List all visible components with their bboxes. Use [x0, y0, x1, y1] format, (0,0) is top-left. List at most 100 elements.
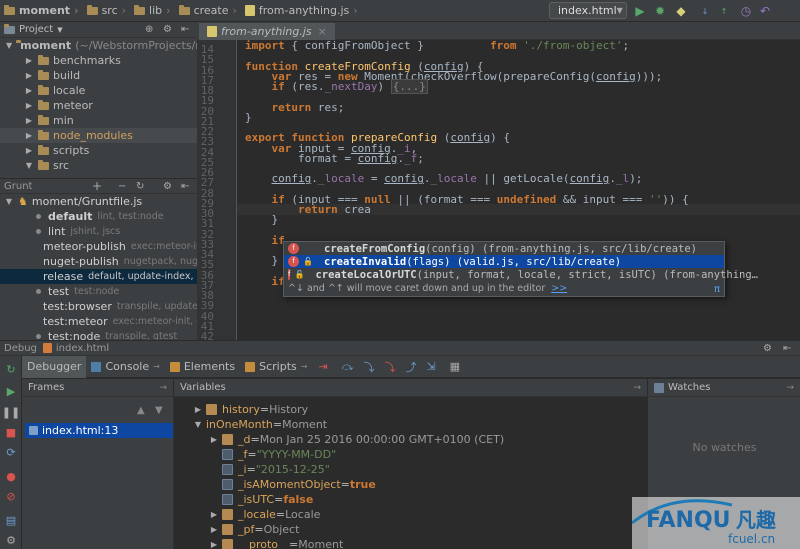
- chevron-down-icon[interactable]: ▼: [192, 420, 204, 429]
- variable-row[interactable]: ▶ __proto__ = Moment: [208, 537, 343, 549]
- breadcrumb-file[interactable]: from-anything.js ›: [241, 0, 362, 22]
- variable-row[interactable]: _f = "YYYY-MM-DD": [208, 447, 336, 462]
- project-tree-item[interactable]: ▶ benchmarks: [0, 53, 197, 68]
- vcs-commit-icon[interactable]: ↑: [716, 3, 732, 19]
- chevron-right-icon[interactable]: ▶: [24, 101, 34, 110]
- view-breakpoints-icon[interactable]: ●: [4, 469, 18, 483]
- refresh-icon[interactable]: ↻: [136, 181, 144, 192]
- variable-row[interactable]: ▶ history = History: [192, 402, 308, 417]
- layout-icon[interactable]: ▤: [4, 513, 18, 527]
- down-arrow-icon[interactable]: ▼: [155, 405, 163, 416]
- show-execution-point-icon[interactable]: ⇥: [318, 360, 327, 373]
- collapse-all-icon[interactable]: −: [118, 181, 126, 192]
- revert-icon[interactable]: ↶: [757, 3, 773, 19]
- reload-icon[interactable]: ⟳: [4, 445, 18, 459]
- history-icon[interactable]: ◷: [738, 3, 754, 19]
- grunt-task[interactable]: test:meteor exec:meteor-init, exe: [0, 314, 197, 329]
- project-tree-item[interactable]: ▶ locale: [0, 83, 197, 98]
- pin-icon[interactable]: →: [633, 383, 641, 393]
- grunt-task[interactable]: nuget-publish nugetpack, nugetpu: [0, 254, 197, 269]
- project-tree-item[interactable]: ▶ node_modules: [0, 128, 197, 143]
- settings-icon[interactable]: ⚙: [4, 533, 18, 547]
- step-over-icon[interactable]: ⤼: [342, 360, 354, 374]
- project-tree-item[interactable]: ▼ src: [0, 158, 197, 173]
- chevron-right-icon[interactable]: ▶: [192, 405, 204, 414]
- debug-icon[interactable]: ✹: [652, 3, 668, 19]
- chevron-right-icon[interactable]: ▶: [208, 540, 220, 549]
- stop-icon[interactable]: ■: [4, 425, 18, 439]
- frame-item-index[interactable]: index.html:13: [25, 423, 173, 438]
- editor-tab-from-anything[interactable]: from-anything.js ×: [199, 23, 335, 40]
- resume-icon[interactable]: ▶: [4, 384, 18, 398]
- grunt-task[interactable]: test test:node: [0, 284, 197, 299]
- chevron-right-icon[interactable]: ▶: [24, 86, 34, 95]
- tab-elements[interactable]: Elements: [165, 356, 240, 378]
- up-arrow-icon[interactable]: ▲: [137, 405, 145, 416]
- project-panel-header[interactable]: Project ▼ ⊕ ⚙ ⇤: [0, 22, 197, 38]
- grunt-task[interactable]: test:browser transpile, update-ind: [0, 299, 197, 314]
- chevron-right-icon[interactable]: ▶: [24, 71, 34, 80]
- project-tree-item[interactable]: ▼ moment(~/WebstormProjects/mom: [0, 38, 197, 53]
- variable-row[interactable]: ▼ inOneMonth = Moment: [192, 417, 327, 432]
- add-icon[interactable]: +: [92, 179, 102, 193]
- variable-row[interactable]: ▶ _pf = Object: [208, 522, 299, 537]
- hide-icon[interactable]: ⇤: [181, 24, 189, 35]
- chevron-down-icon[interactable]: ▼: [6, 41, 12, 50]
- completion-item[interactable]: f 🔓 createLocalOrUTC (input, format, locale…: [284, 268, 758, 281]
- gear-icon[interactable]: ⚙: [763, 343, 772, 354]
- chevron-right-icon[interactable]: ▶: [24, 56, 34, 65]
- grunt-task[interactable]: meteor-publish exec:meteor-init,: [0, 239, 197, 254]
- evaluate-icon[interactable]: ▦: [450, 360, 460, 373]
- completion-hint-link[interactable]: >>: [551, 283, 567, 294]
- hide-icon[interactable]: ⇤: [181, 181, 189, 192]
- variable-row[interactable]: _isAMomentObject = true: [208, 477, 376, 492]
- step-out-icon[interactable]: ⤴: [405, 359, 416, 375]
- breadcrumb-lib[interactable]: lib ›: [130, 0, 175, 22]
- grunt-task[interactable]: lint jshint, jscs: [0, 224, 197, 239]
- vcs-update-icon[interactable]: ↓: [697, 3, 713, 19]
- gear-icon[interactable]: ⚙: [163, 181, 172, 192]
- gruntfile-root[interactable]: ▼ ♞ moment/Gruntfile.js: [0, 194, 197, 209]
- run-configuration-select[interactable]: index.html ▼: [549, 2, 627, 19]
- tab-console[interactable]: Console →: [86, 356, 164, 378]
- mute-breakpoints-icon[interactable]: ⊘: [4, 489, 18, 503]
- breadcrumb-create[interactable]: create ›: [175, 0, 241, 22]
- chevron-right-icon[interactable]: ▶: [208, 435, 220, 444]
- variable-row[interactable]: _isUTC = false: [208, 492, 313, 507]
- completion-item[interactable]: f createFromConfig (config) (from-anything…: [284, 242, 724, 255]
- coverage-icon[interactable]: ◆: [673, 3, 689, 19]
- chevron-right-icon[interactable]: ▶: [208, 510, 220, 519]
- pause-icon[interactable]: ❚❚: [2, 405, 20, 419]
- settings-icon[interactable]: ⊕: [145, 24, 153, 35]
- run-icon[interactable]: ▶: [632, 3, 648, 19]
- project-tree-item[interactable]: ▶ min: [0, 113, 197, 128]
- rerun-icon[interactable]: ↻: [4, 362, 18, 376]
- variable-row[interactable]: ▶ _d = Mon Jan 25 2016 00:00:00 GMT+0100 …: [208, 432, 504, 447]
- breadcrumb-moment[interactable]: moment ›: [0, 0, 83, 22]
- grunt-task[interactable]: test:node transpile, qtest: [0, 329, 197, 340]
- grunt-task[interactable]: release default, update-index, com: [0, 269, 197, 284]
- chevron-right-icon[interactable]: ▶: [208, 525, 220, 534]
- hide-icon[interactable]: ⇤: [783, 343, 791, 354]
- chevron-right-icon[interactable]: ▶: [24, 116, 34, 125]
- chevron-down-icon[interactable]: ▼: [4, 197, 14, 206]
- pin-icon[interactable]: →: [159, 383, 167, 393]
- project-tree-item[interactable]: ▶ build: [0, 68, 197, 83]
- pin-icon[interactable]: →: [786, 383, 794, 393]
- project-tree-item[interactable]: ▶ scripts: [0, 143, 197, 158]
- gear-icon[interactable]: ⚙: [163, 24, 172, 35]
- variable-row[interactable]: ▶ _locale = Locale: [208, 507, 320, 522]
- breadcrumb-src[interactable]: src ›: [83, 0, 130, 22]
- run-to-cursor-icon[interactable]: ⇲: [426, 360, 435, 373]
- variable-row[interactable]: _i = "2015-12-25": [208, 462, 330, 477]
- completion-item[interactable]: f 🔓 createInvalid (flags) (valid.js, src/li…: [284, 255, 724, 268]
- chevron-right-icon[interactable]: ▶: [24, 146, 34, 155]
- grunt-task[interactable]: default lint, test:node: [0, 209, 197, 224]
- code-completion-popup[interactable]: f createFromConfig (config) (from-anything…: [283, 241, 758, 297]
- project-tree-item[interactable]: ▶ meteor: [0, 98, 197, 113]
- chevron-down-icon[interactable]: ▼: [24, 161, 34, 170]
- tab-debugger[interactable]: Debugger: [22, 355, 87, 378]
- chevron-right-icon[interactable]: ▶: [24, 131, 34, 140]
- tab-scripts[interactable]: Scripts →: [240, 356, 312, 378]
- close-icon[interactable]: ×: [318, 25, 327, 38]
